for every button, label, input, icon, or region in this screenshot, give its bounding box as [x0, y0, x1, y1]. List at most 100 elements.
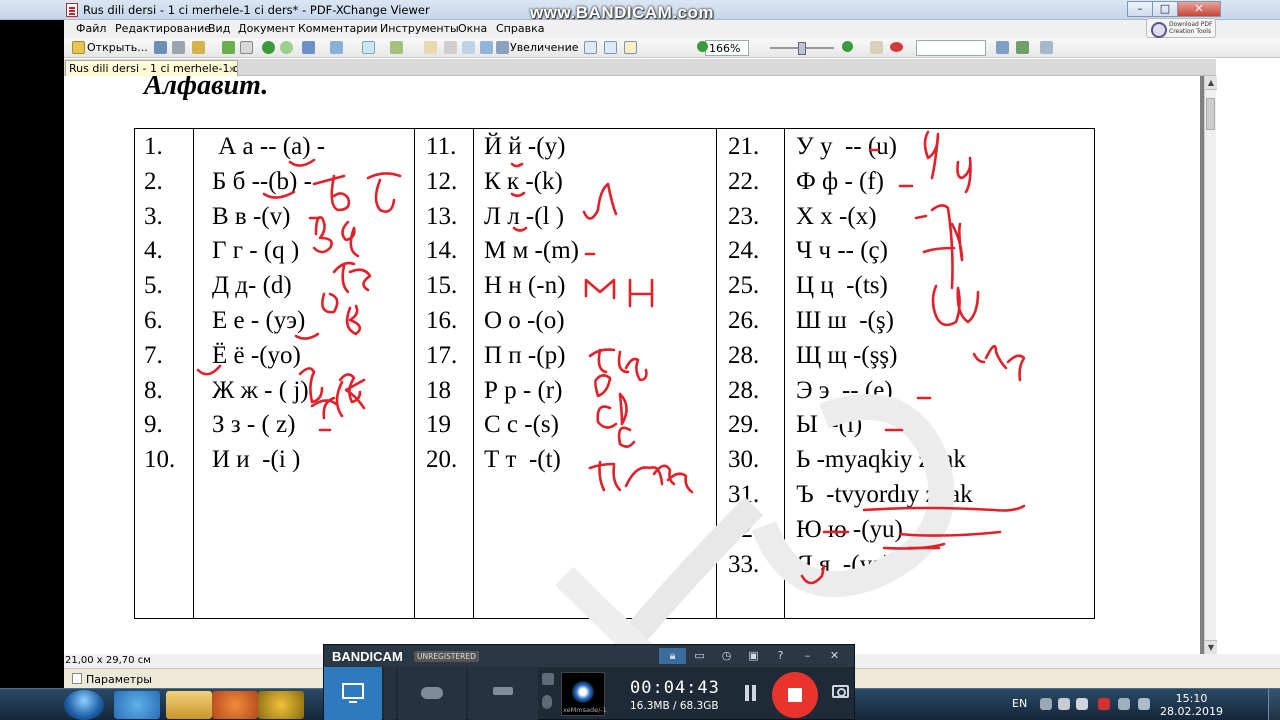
lock-icon[interactable]: 🔒︎	[659, 648, 686, 664]
redo-icon[interactable]	[330, 41, 343, 54]
menu-comments[interactable]: Комментарии	[298, 22, 378, 35]
table-bottom-border	[134, 618, 1095, 619]
speaker-icon[interactable]	[542, 673, 554, 685]
letter-entry: Л л -(l )	[484, 202, 565, 230]
camera-icon[interactable]	[832, 685, 849, 698]
save-icon[interactable]	[154, 41, 167, 54]
find-icon[interactable]	[996, 41, 1009, 54]
annotation-icon[interactable]	[870, 41, 883, 54]
zoom-slider[interactable]	[770, 42, 834, 55]
fit-page-icon[interactable]	[604, 41, 617, 54]
folder-icon[interactable]: ▭	[686, 648, 713, 664]
row-number: 20.	[426, 446, 458, 474]
hand-tool-icon[interactable]	[424, 41, 437, 54]
language-indicator[interactable]: EN	[1012, 697, 1027, 710]
microphone-icon[interactable]	[542, 695, 552, 709]
letter-entry: Ч ч -- (ç)	[796, 237, 888, 265]
pause-icon[interactable]	[744, 685, 758, 701]
main-toolbar: Открыть... Увеличение 166%	[64, 38, 1280, 58]
help-icon[interactable]: ?	[767, 648, 794, 664]
back-icon[interactable]	[262, 41, 275, 54]
tray-chevron-icon[interactable]	[1040, 698, 1052, 710]
open-button[interactable]: Открыть...	[87, 41, 148, 54]
aimp-icon[interactable]	[258, 691, 304, 719]
file-explorer-icon[interactable]	[166, 691, 212, 719]
actual-size-icon[interactable]	[584, 41, 597, 54]
zoom-tool-label[interactable]: Увеличение	[510, 41, 579, 54]
folder-icon[interactable]	[192, 41, 205, 54]
show-desktop-button[interactable]	[1268, 689, 1280, 720]
minimize-icon[interactable]: –	[794, 648, 821, 664]
row-number: 9.	[144, 411, 163, 439]
clock[interactable]: 15:10 28.02.2019	[1160, 692, 1223, 718]
stop-recording-button[interactable]	[772, 672, 818, 718]
selection-icon[interactable]	[480, 41, 493, 54]
menu-file[interactable]: Файл	[76, 22, 106, 35]
menu-edit[interactable]: Редактирование	[115, 22, 211, 35]
snapshot-icon[interactable]	[462, 41, 475, 54]
undo-icon[interactable]	[302, 41, 315, 54]
close-tab-icon[interactable]: x	[229, 64, 235, 75]
screenshot-icon[interactable]: ▣	[740, 648, 767, 664]
screen-mode-dropdown[interactable]	[384, 667, 396, 720]
close-icon[interactable]: ✕	[821, 648, 848, 664]
zoom-out-icon[interactable]	[697, 41, 708, 52]
letter-entry: В в -(v)	[212, 202, 291, 230]
fit-width-icon[interactable]	[624, 41, 637, 54]
network-icon[interactable]	[1118, 698, 1130, 710]
table-divider	[193, 128, 194, 619]
document-tab[interactable]: Rus dili dersi - 1 ci merhele-1 ci ders*…	[65, 60, 238, 76]
scan-icon[interactable]	[222, 41, 235, 54]
timer-icon[interactable]: ◷	[713, 648, 740, 664]
letter-entry: Ы -(ı)	[796, 411, 863, 439]
row-number: 10.	[144, 446, 176, 474]
search-input[interactable]	[916, 40, 986, 56]
game-mode-button[interactable]	[398, 667, 466, 720]
typewriter-icon[interactable]	[890, 42, 903, 52]
letter-entry: Ь -myaqkiy znak	[796, 446, 966, 474]
minimize-button[interactable]: –	[1127, 1, 1153, 17]
zoom-in-icon[interactable]	[842, 41, 853, 52]
menu-document[interactable]: Документ	[238, 22, 295, 35]
document-viewport[interactable]: Алфавит. 1. А а -- (а) - 2. Б б --(b) - 3. В…	[64, 76, 1204, 654]
menu-help[interactable]: Справка	[496, 22, 544, 35]
parameters-icon[interactable]	[72, 673, 82, 684]
zoom-icon[interactable]	[496, 41, 509, 54]
stamp-icon[interactable]	[1040, 41, 1053, 54]
volume-icon[interactable]	[1138, 698, 1150, 710]
clock-time: 15:10	[1175, 692, 1208, 705]
highlight-icon[interactable]	[1016, 41, 1029, 54]
media-player-icon[interactable]	[212, 691, 258, 719]
letter-entry: О о -(o)	[484, 307, 565, 334]
menu-windows[interactable]: Окна	[458, 22, 487, 35]
ocr-icon[interactable]	[240, 41, 253, 54]
letter-entry: Е е - (уэ)	[212, 307, 306, 334]
maximize-button[interactable]: □	[1152, 1, 1178, 17]
scroll-down-arrow-icon[interactable]: ▼	[1205, 640, 1217, 654]
parameters-button[interactable]: Параметры	[86, 673, 152, 686]
hdmi-mode-button[interactable]	[468, 667, 538, 720]
page-icon[interactable]	[362, 41, 375, 54]
letter-entry: Ж ж - ( j)	[212, 376, 309, 404]
scroll-thumb[interactable]	[1206, 98, 1215, 130]
select-text-icon[interactable]	[444, 41, 457, 54]
export-icon[interactable]	[390, 41, 403, 54]
tray-app-icon[interactable]	[1058, 698, 1070, 710]
forward-icon[interactable]	[280, 41, 293, 54]
vertical-scrollbar[interactable]: ▲ ▼	[1204, 76, 1217, 654]
internet-explorer-icon[interactable]	[114, 691, 160, 719]
menu-tools[interactable]: Инструменты	[380, 22, 459, 35]
tray-bandicam-icon[interactable]	[1098, 698, 1110, 710]
zoom-level-input[interactable]: 166%	[705, 40, 749, 56]
scroll-up-arrow-icon[interactable]: ▲	[1205, 76, 1217, 90]
menu-view[interactable]: Вид	[208, 22, 230, 35]
open-folder-icon[interactable]	[72, 41, 85, 54]
print-icon[interactable]	[172, 41, 185, 54]
webcam-lens-icon	[572, 681, 594, 703]
screen-mode-button[interactable]	[324, 667, 382, 720]
tray-flag-icon[interactable]	[1076, 698, 1088, 710]
download-pdf-tools-badge[interactable]: Download PDF Creation Tools	[1146, 18, 1216, 38]
start-button[interactable]	[64, 690, 104, 720]
webcam-preview[interactable]: xeMmsade/-1	[561, 672, 607, 716]
close-button[interactable]: ✕	[1177, 1, 1221, 17]
